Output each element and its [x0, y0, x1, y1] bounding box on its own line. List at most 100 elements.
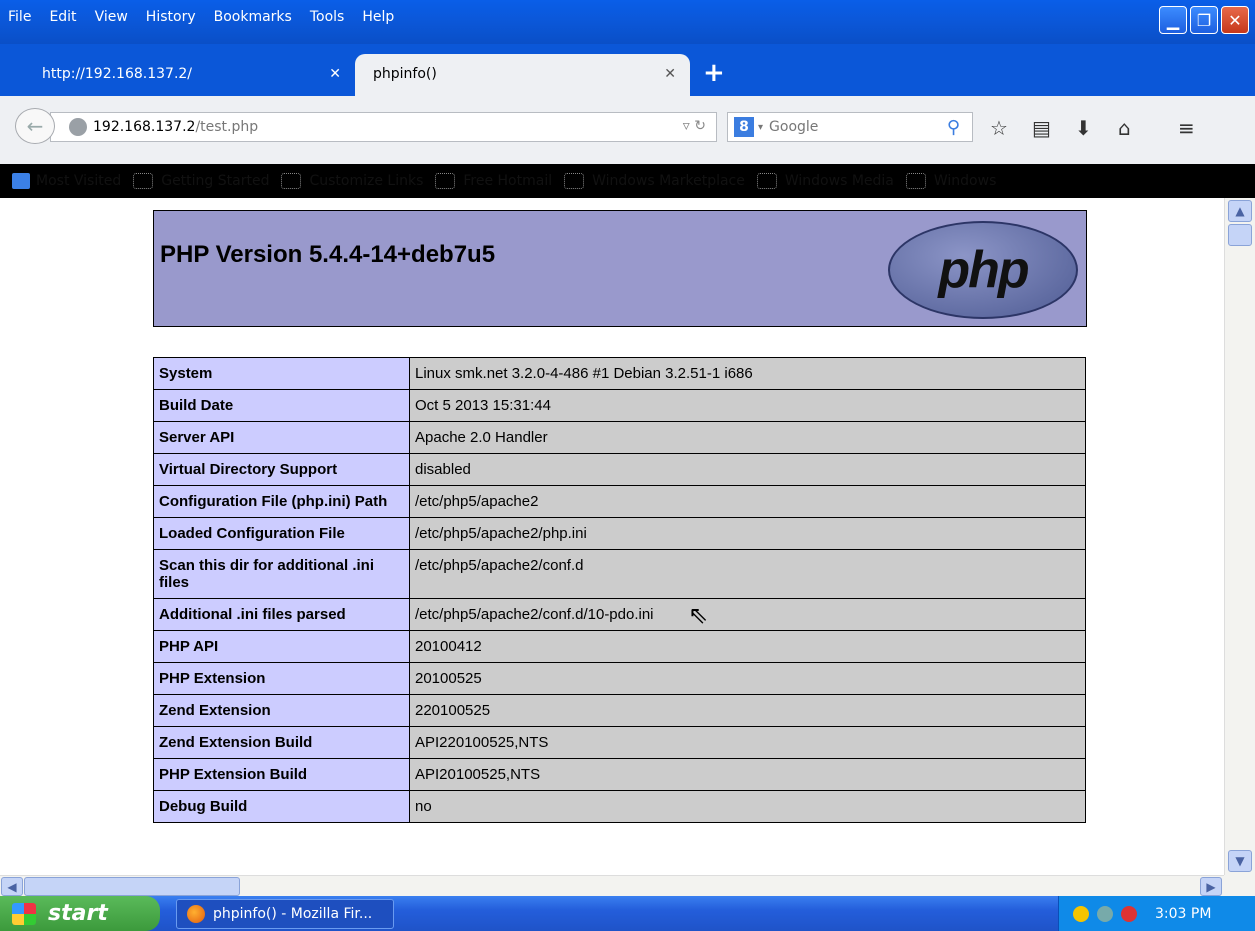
- search-bar[interactable]: 8 ▾ Google ⚲: [727, 112, 973, 142]
- php-header: PHP Version 5.4.4-14+deb7u5 php: [153, 210, 1087, 327]
- new-tab-button[interactable]: +: [703, 58, 725, 88]
- row-key: PHP Extension Build: [153, 758, 410, 791]
- table-row: Zend Extension Build API220100525,NTS: [153, 726, 1086, 759]
- search-input[interactable]: Google: [769, 119, 818, 135]
- minimize-button[interactable]: ▁: [1159, 6, 1187, 34]
- row-key: PHP Extension: [153, 662, 410, 695]
- page-icon: [564, 173, 585, 189]
- table-row: PHP Extension 20100525: [153, 662, 1086, 695]
- clock: 3:03 PM: [1155, 905, 1212, 922]
- taskbar-firefox-item[interactable]: phpinfo() - Mozilla Fir...: [176, 899, 394, 929]
- network-icon[interactable]: [1097, 905, 1113, 922]
- table-row: Zend Extension 220100525: [153, 694, 1086, 727]
- menu-view[interactable]: View: [95, 9, 128, 25]
- scroll-thumb[interactable]: [1228, 224, 1252, 246]
- row-key: Loaded Configuration File: [153, 517, 410, 550]
- row-key: Build Date: [153, 389, 410, 422]
- page-icon: [281, 173, 302, 189]
- bookmark-getting-started[interactable]: Getting Started: [133, 173, 269, 189]
- tab-close-icon[interactable]: ✕: [664, 66, 676, 82]
- tab-close-icon[interactable]: ✕: [329, 66, 341, 82]
- row-value: API20100525,NTS: [409, 758, 1086, 791]
- row-value: Oct 5 2013 15:31:44: [409, 389, 1086, 422]
- scroll-corner: [1224, 875, 1255, 896]
- row-value: API220100525,NTS: [409, 726, 1086, 759]
- url-bar[interactable]: 192.168.137.2/test.php ▿ ↻: [50, 112, 717, 142]
- table-row: Build Date Oct 5 2013 15:31:44: [153, 389, 1086, 422]
- php-logo[interactable]: php: [888, 221, 1078, 319]
- page-icon: [435, 173, 456, 189]
- table-row: Additional .ini files parsed/etc/php5/ap…: [153, 598, 1086, 631]
- bookmark-label: Windows: [933, 173, 997, 189]
- vertical-scrollbar[interactable]: ▲ ▼: [1224, 198, 1255, 875]
- row-key: Server API: [153, 421, 410, 454]
- download-icon[interactable]: ⬇: [1075, 116, 1092, 140]
- home-icon[interactable]: ⌂: [1118, 116, 1131, 140]
- row-value: Linux smk.net 3.2.0-4-486 #1 Debian 3.2.…: [409, 357, 1086, 390]
- table-row: PHP Extension Build API20100525,NTS: [153, 758, 1086, 791]
- tab-strip: http://192.168.137.2/ ✕ phpinfo() ✕ +: [0, 44, 1255, 96]
- reload-icon[interactable]: ▿ ↻: [683, 118, 706, 134]
- php-info-table: System Linux smk.net 3.2.0-4-486 #1 Debia…: [153, 357, 1086, 823]
- table-row: PHP API 20100412: [153, 630, 1086, 663]
- menu-icon[interactable]: ≡: [1178, 116, 1195, 140]
- table-row: Debug Build no: [153, 790, 1086, 823]
- star-icon[interactable]: ☆: [990, 116, 1008, 140]
- page-title: PHP Version 5.4.4-14+deb7u5: [160, 241, 496, 268]
- menu-tools[interactable]: Tools: [310, 9, 345, 25]
- row-key: Virtual Directory Support: [153, 453, 410, 486]
- row-key: Zend Extension: [153, 694, 410, 727]
- chevron-down-icon[interactable]: ▾: [758, 122, 763, 133]
- navigation-toolbar: 192.168.137.2/test.php ▿ ↻ ← 8 ▾ Google …: [0, 96, 1255, 164]
- alert-icon[interactable]: [1121, 905, 1137, 922]
- menu-history[interactable]: History: [146, 9, 196, 25]
- bookmark-most-visited[interactable]: Most Visited: [12, 173, 121, 189]
- bookmarks-bar: Most Visited Getting Started Customize L…: [0, 166, 1008, 196]
- bookmark-windows[interactable]: Windows: [905, 173, 997, 189]
- system-tray: 3:03 PM: [1058, 896, 1255, 931]
- back-button[interactable]: ←: [15, 108, 55, 144]
- menu-bar: File Edit View History Bookmarks Tools H…: [0, 0, 412, 44]
- table-row: Virtual Directory Support disabled: [153, 453, 1086, 486]
- scroll-right-button[interactable]: ▶: [1200, 877, 1222, 896]
- scroll-down-button[interactable]: ▼: [1228, 850, 1252, 872]
- url-path: /test.php: [195, 119, 259, 135]
- bookmark-free-hotmail[interactable]: Free Hotmail: [435, 173, 552, 189]
- page-icon: [133, 173, 154, 189]
- bookmark-label: Most Visited: [36, 173, 122, 189]
- bookmark-customize-links[interactable]: Customize Links: [281, 173, 423, 189]
- google-icon[interactable]: 8: [734, 117, 754, 137]
- bookmark-windows-marketplace[interactable]: Windows Marketplace: [564, 173, 745, 189]
- search-icon[interactable]: ⚲: [947, 117, 960, 138]
- row-key: Configuration File (php.ini) Path: [153, 485, 410, 518]
- horizontal-scrollbar[interactable]: ◀ ▶: [0, 875, 1224, 896]
- menu-file[interactable]: File: [8, 9, 31, 25]
- bookmark-label: Customize Links: [309, 173, 424, 189]
- scroll-up-button[interactable]: ▲: [1228, 200, 1252, 222]
- table-row: Loaded Configuration File/etc/php5/apach…: [153, 517, 1086, 550]
- tab-label: http://192.168.137.2/: [42, 66, 193, 82]
- menu-help[interactable]: Help: [362, 9, 394, 25]
- bookmark-windows-media[interactable]: Windows Media: [756, 173, 894, 189]
- bookmark-label: Free Hotmail: [463, 173, 553, 189]
- scroll-left-button[interactable]: ◀: [1, 877, 23, 896]
- tab-phpinfo[interactable]: phpinfo() ✕: [355, 54, 690, 96]
- tab-label: phpinfo(): [373, 66, 437, 82]
- restore-button[interactable]: ❐: [1190, 6, 1218, 34]
- reading-list-icon[interactable]: ▤: [1032, 116, 1051, 140]
- row-value: /etc/php5/apache2/conf.d: [409, 549, 1086, 599]
- row-value: no: [409, 790, 1086, 823]
- bookmark-label: Windows Marketplace: [592, 173, 745, 189]
- menu-bookmarks[interactable]: Bookmarks: [214, 9, 292, 25]
- row-value: 220100525: [409, 694, 1086, 727]
- close-window-button[interactable]: ✕: [1221, 6, 1249, 34]
- start-button[interactable]: start: [0, 896, 160, 931]
- row-value: 20100412: [409, 630, 1086, 663]
- hscroll-thumb[interactable]: [24, 877, 240, 896]
- table-row: System Linux smk.net 3.2.0-4-486 #1 Debia…: [153, 357, 1086, 390]
- menu-edit[interactable]: Edit: [49, 9, 76, 25]
- table-row: Scan this dir for additional .ini files /…: [153, 549, 1086, 599]
- security-shield-icon[interactable]: [1073, 905, 1089, 922]
- firefox-icon: [187, 905, 205, 923]
- tab-home[interactable]: http://192.168.137.2/ ✕: [20, 54, 355, 96]
